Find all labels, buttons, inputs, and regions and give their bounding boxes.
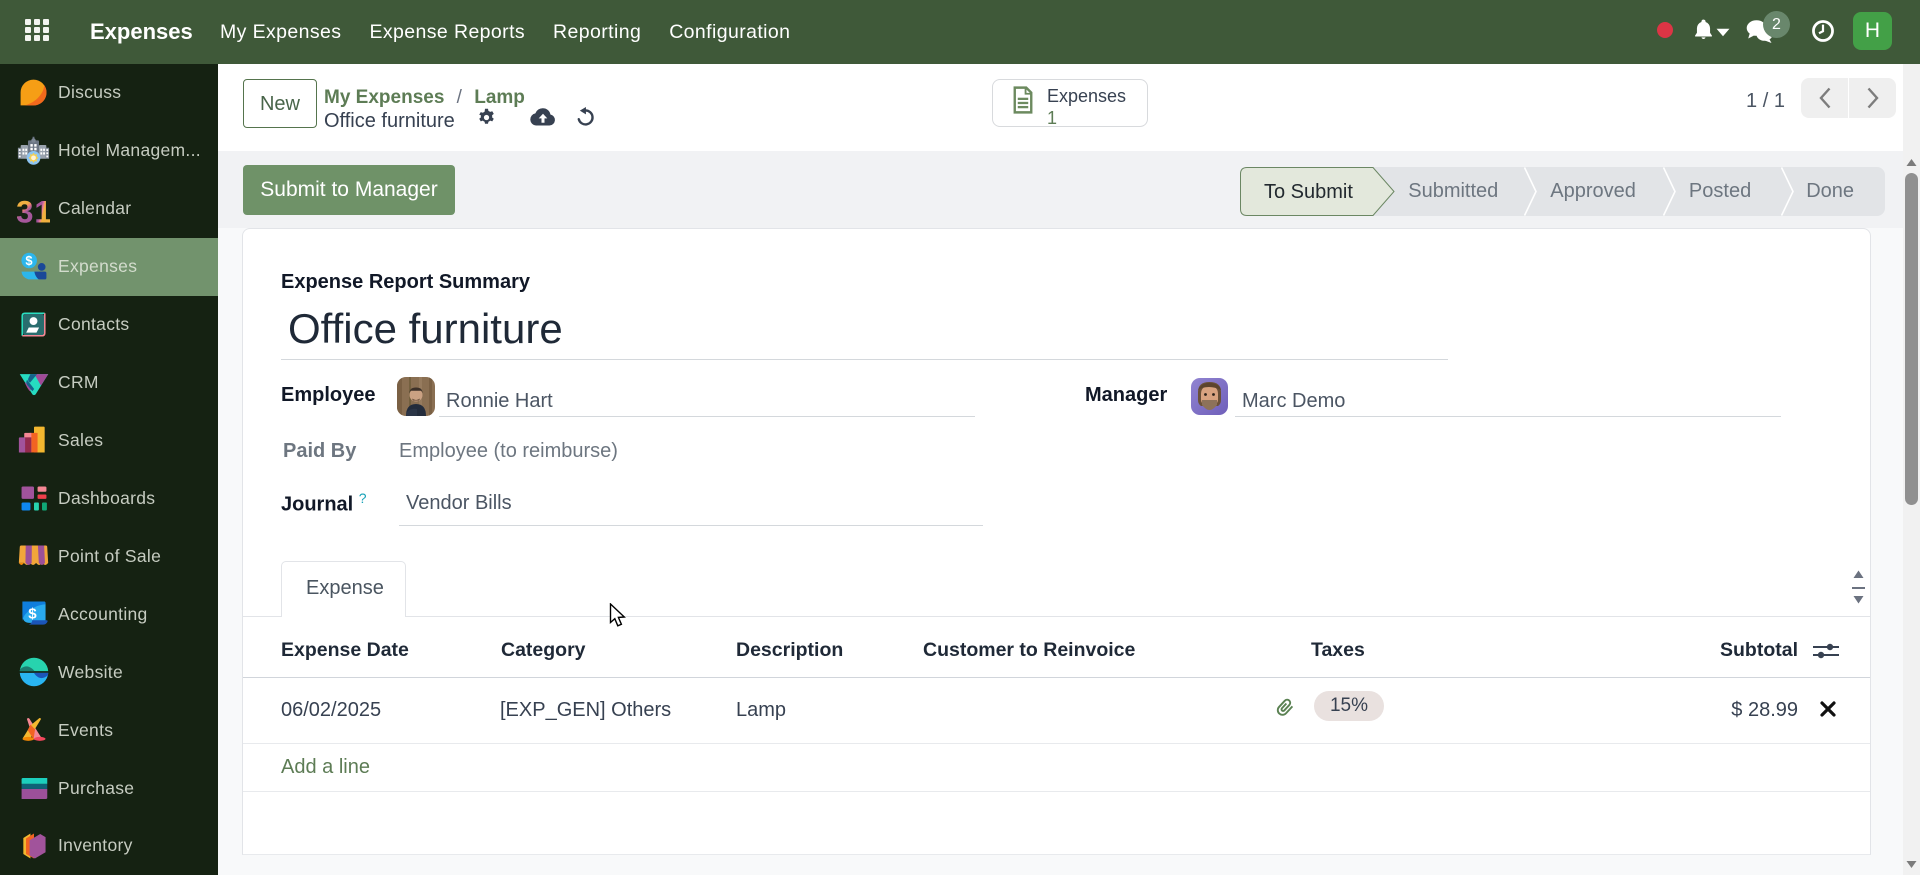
svg-text:$: $ (25, 253, 32, 268)
svg-text:To Submit: To Submit (1264, 181, 1353, 203)
svg-text:$: $ (28, 606, 37, 623)
svg-text:1: 1 (34, 195, 50, 226)
svg-text:3: 3 (17, 195, 34, 226)
